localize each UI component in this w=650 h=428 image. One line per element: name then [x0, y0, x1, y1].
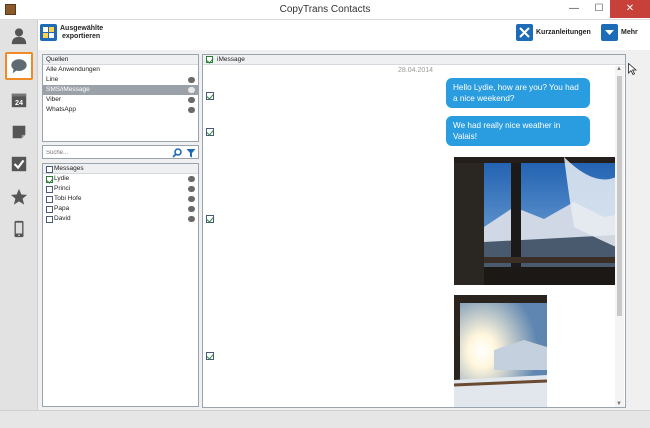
guides-label: Kurzanleitungen [536, 28, 591, 36]
title-bar: CopyTrans Contacts — ☐ ✕ [0, 0, 650, 20]
message-checkbox[interactable] [206, 92, 214, 100]
source-item-viber[interactable]: Viber [43, 95, 198, 105]
source-item-whatsapp[interactable]: WhatsApp [43, 105, 198, 115]
more-label: Mehr [621, 28, 638, 36]
message-date: 28.04.2014 [398, 67, 434, 74]
message-bubble[interactable]: We had really nice weather in Valais! [446, 116, 590, 146]
maximize-button[interactable]: ☐ [586, 0, 612, 18]
chat-checkbox[interactable] [46, 216, 53, 223]
photo-attachment[interactable] [454, 157, 616, 285]
sidebar-item-notes[interactable] [5, 118, 33, 146]
chat-checkbox[interactable] [46, 206, 53, 213]
line-app-icon [188, 77, 195, 83]
sidebar-item-calendar[interactable]: 24 [5, 86, 33, 114]
notes-icon [12, 125, 26, 139]
sources-header: Quellen [43, 55, 198, 65]
contacts-icon [11, 28, 27, 45]
chats-list: Messages Lydie Princi Tobi Hofe Papa Dav… [42, 163, 199, 407]
mountain-balcony-photo [454, 157, 616, 285]
message-checkbox[interactable] [206, 128, 214, 136]
chat-bubble-icon [188, 186, 195, 192]
export-label-line1: Ausgewählte [60, 24, 104, 32]
tools-icon [516, 24, 533, 41]
chat-item-princi[interactable]: Princi [43, 184, 198, 194]
chevron-down-icon [601, 24, 618, 41]
photo-attachment[interactable] [454, 295, 547, 407]
messages-icon [11, 59, 27, 74]
scroll-down-icon[interactable]: ▼ [616, 401, 622, 407]
messages-app-icon [188, 87, 195, 93]
more-button[interactable]: Mehr [601, 24, 638, 41]
status-bar [0, 410, 650, 428]
chat-item-lydie[interactable]: Lydie [43, 174, 198, 184]
message-bubble[interactable]: Hello Lydie, how are you? You had a nice… [446, 78, 590, 108]
chat-checkbox[interactable] [46, 186, 53, 193]
chat-bubble-icon [188, 176, 195, 182]
chat-bubble-icon [188, 216, 195, 222]
close-button[interactable]: ✕ [610, 0, 650, 18]
device-icon [14, 220, 24, 238]
search-box [42, 145, 199, 159]
guides-button[interactable]: Kurzanleitungen [516, 24, 591, 41]
bookmarks-icon [10, 188, 28, 205]
toolbar: Ausgewählte exportieren Kurzanleitungen … [38, 20, 650, 50]
search-input[interactable] [46, 148, 164, 157]
sidebar-item-tasks[interactable] [5, 150, 33, 178]
viber-app-icon [188, 97, 195, 103]
export-selected-button[interactable]: Ausgewählte exportieren [40, 24, 103, 41]
conversation-header: iMessage [203, 55, 625, 65]
sidebar-item-contacts[interactable] [5, 22, 33, 50]
search-icon[interactable] [171, 147, 183, 158]
scrollbar-thumb[interactable] [617, 76, 622, 316]
conversation-checkbox[interactable] [206, 56, 213, 63]
mouse-cursor-icon [628, 63, 637, 75]
sidebar-item-bookmarks[interactable] [5, 183, 33, 211]
minimize-button[interactable]: — [561, 0, 587, 18]
message-checkbox[interactable] [206, 215, 214, 223]
chat-checkbox[interactable] [46, 176, 53, 183]
whatsapp-app-icon [188, 107, 195, 113]
tasks-icon [11, 156, 27, 172]
export-icon [40, 24, 57, 41]
message-checkbox[interactable] [206, 352, 214, 360]
chat-item-papa[interactable]: Papa [43, 204, 198, 214]
filter-icon[interactable] [185, 147, 197, 158]
conversation-panel: iMessage 28.04.2014 Hello Lydie, how are… [202, 54, 626, 408]
select-all-checkbox[interactable] [46, 166, 53, 173]
chat-bubble-icon [188, 196, 195, 202]
chat-item-tobi-hofe[interactable]: Tobi Hofe [43, 194, 198, 204]
source-item-sms[interactable]: SMS/iMessage [43, 85, 198, 95]
chat-item-david[interactable]: David [43, 214, 198, 224]
sidebar: 24 [0, 20, 38, 420]
scroll-up-icon[interactable]: ▲ [616, 66, 622, 72]
chat-bubble-icon [188, 206, 195, 212]
sidebar-item-device[interactable] [5, 215, 33, 243]
calendar-icon: 24 [11, 93, 27, 108]
export-label-line2: exportieren [62, 32, 101, 40]
chats-header: Messages [43, 164, 198, 174]
sources-list: Quellen Alle Anwendungen Line SMS/iMessa… [42, 54, 199, 142]
source-item-line[interactable]: Line [43, 75, 198, 85]
vertical-scrollbar[interactable]: ▲ ▼ [615, 66, 624, 407]
svg-text:24: 24 [15, 98, 23, 107]
source-item-all[interactable]: Alle Anwendungen [43, 65, 198, 75]
window-title: CopyTrans Contacts [279, 4, 371, 15]
chat-checkbox[interactable] [46, 196, 53, 203]
sunny-snow-photo [454, 295, 547, 407]
sidebar-item-messages[interactable] [5, 52, 33, 80]
